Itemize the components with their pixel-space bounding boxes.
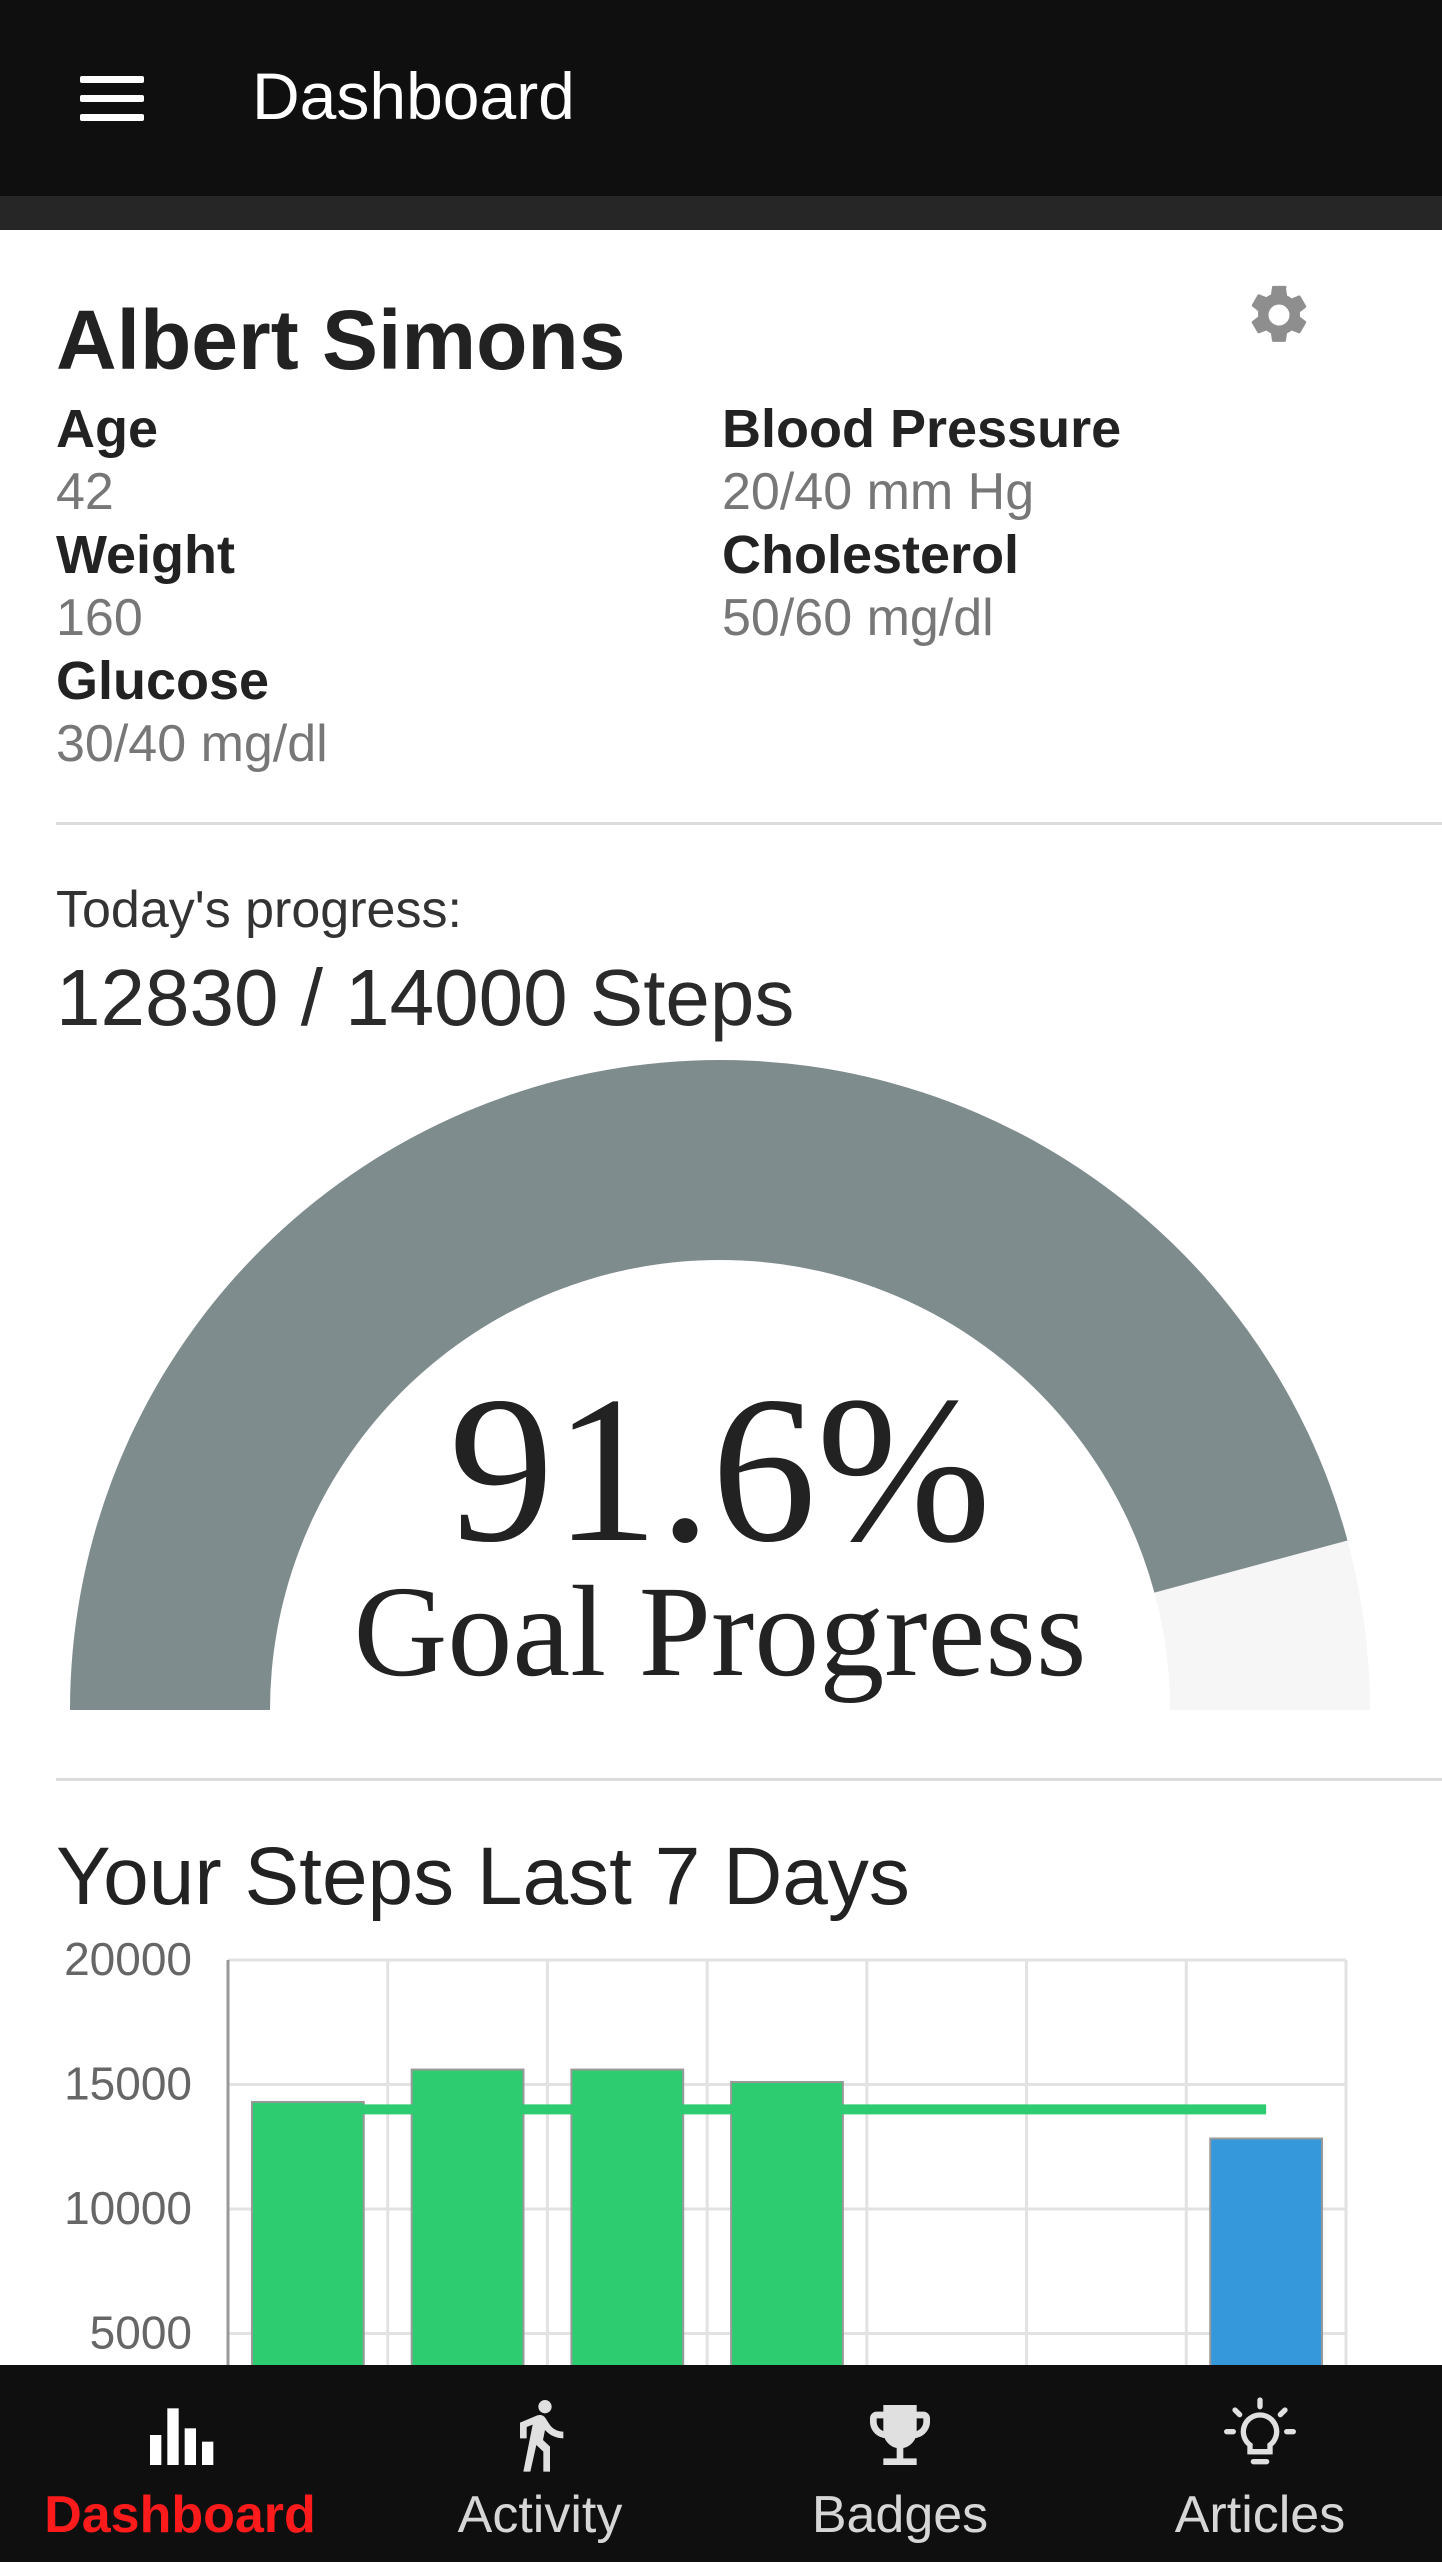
divider: [56, 822, 1442, 825]
gear-icon[interactable]: [1244, 280, 1314, 350]
nav-badges[interactable]: Badges: [720, 2365, 1080, 2562]
blood-pressure-value: 20/40 mm Hg: [722, 463, 1035, 521]
blood-pressure-label: Blood Pressure: [722, 399, 1122, 459]
glucose-label: Glucose: [56, 651, 270, 711]
chart-bar: [730, 2081, 844, 2370]
lightbulb-icon: [1224, 2397, 1296, 2465]
divider: [56, 1778, 1442, 1781]
page-title: Dashboard: [252, 59, 575, 133]
nav-label: Badges: [811, 2486, 989, 2544]
glucose-value: 30/40 mg/dl: [56, 715, 328, 773]
nav-dashboard[interactable]: Dashboard: [0, 2365, 360, 2562]
chart-bar: [1209, 2137, 1324, 2370]
chart-bar: [250, 2100, 365, 2370]
app-bar-shadow: [0, 196, 1442, 230]
nav-label: Activity: [457, 2486, 623, 2544]
walking-person-icon: [520, 2400, 564, 2472]
cholesterol-value: 50/60 mg/dl: [722, 589, 994, 647]
patient-name: Albert Simons: [56, 293, 626, 387]
y-tick-label: 5000: [90, 2307, 192, 2359]
y-tick-label: 20000: [64, 1933, 192, 1985]
y-tick-label: 15000: [64, 2058, 192, 2110]
progress-steps: 12830 / 14000 Steps: [56, 953, 795, 1042]
progress-label: Today's progress:: [56, 881, 462, 939]
goal-progress-gauge: 91.6% Goal Progress: [70, 1060, 1370, 1710]
nav-label: Dashboard: [44, 2486, 316, 2544]
cholesterol-label: Cholesterol: [722, 525, 1020, 585]
weight-value: 160: [56, 589, 143, 647]
bottom-navigation: Dashboard Activity Badges Articles: [0, 2365, 1442, 2562]
chart-bar: [410, 2068, 525, 2370]
weight-label: Weight: [56, 525, 235, 585]
y-tick-label: 10000: [64, 2182, 192, 2234]
chart-bar: [570, 2068, 685, 2370]
nav-activity[interactable]: Activity: [360, 2365, 720, 2562]
bar-chart-icon: [150, 2408, 214, 2465]
hamburger-menu-icon[interactable]: [60, 60, 164, 136]
gauge-caption: Goal Progress: [354, 1560, 1087, 1704]
trophy-icon: [870, 2405, 930, 2465]
nav-articles[interactable]: Articles: [1080, 2365, 1440, 2562]
gauge-percent: 91.6%: [449, 1354, 991, 1586]
nav-label: Articles: [1174, 2486, 1346, 2544]
age-value: 42: [56, 463, 114, 521]
steps-bar-chart: 20000 15000 10000 5000: [64, 1933, 1348, 2370]
steps-chart-title: Your Steps Last 7 Days: [56, 1831, 910, 1922]
age-label: Age: [56, 399, 159, 459]
app-bar: Dashboard: [0, 0, 1442, 196]
